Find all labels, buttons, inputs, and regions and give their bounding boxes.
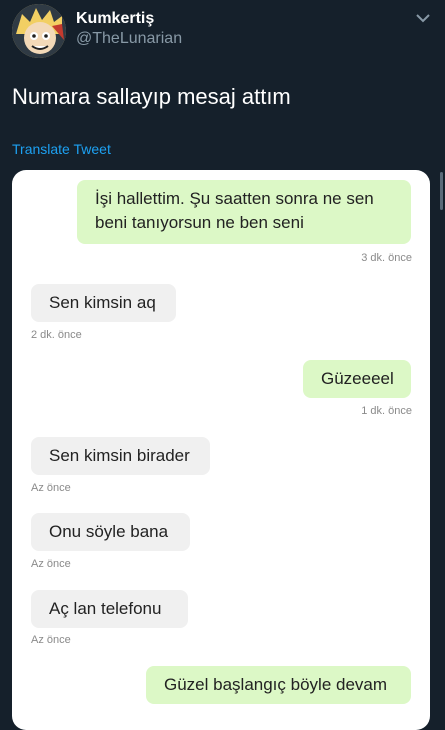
message-text: Onu söyle bana xyxy=(49,522,169,541)
message-text: Sen kimsin birader xyxy=(49,446,190,465)
message-timestamp: Az önce xyxy=(31,482,71,494)
chat-bubble-received: Sen kimsin birader xyxy=(31,437,210,475)
scrollbar[interactable] xyxy=(440,172,443,210)
translate-tweet-link[interactable]: Translate Tweet xyxy=(12,141,111,157)
chat-bubble-sent: İşi hallettim. Şu saatten sonra ne sen b… xyxy=(77,180,411,244)
message-timestamp: Az önce xyxy=(31,558,71,570)
user-handle[interactable]: @TheLunarian xyxy=(76,30,182,48)
chat-bubble-sent: Güzeeeel xyxy=(303,360,411,398)
display-name[interactable]: Kumkertiş xyxy=(76,10,154,28)
message-text: beni tanıyorsun ne ben seni xyxy=(95,213,304,232)
chat-bubble-received: Sen kimsin aq xyxy=(31,284,176,322)
message-timestamp: 1 dk. önce xyxy=(361,405,412,417)
chat-bubble-received: Aç lan telefonu xyxy=(31,590,188,628)
chat-bubble-received: Onu söyle bana xyxy=(31,513,190,551)
message-text: Güzeeeel xyxy=(321,369,394,388)
message-text: İşi hallettim. Şu saatten sonra ne sen xyxy=(95,189,374,208)
message-text: Güzel başlangıç böyle devam xyxy=(164,675,388,694)
message-timestamp: 2 dk. önce xyxy=(31,329,82,341)
tweet-text: Numara sallayıp mesaj attım xyxy=(12,84,291,109)
message-timestamp: 3 dk. önce xyxy=(361,252,412,264)
chevron-down-icon[interactable] xyxy=(415,12,431,24)
avatar[interactable] xyxy=(12,4,66,58)
message-text: Aç lan telefonu xyxy=(49,599,162,618)
message-timestamp: Az önce xyxy=(31,634,71,646)
chat-bubble-sent: Güzel başlangıç böyle devam xyxy=(146,666,411,704)
tweet-header: Kumkertiş @TheLunarian xyxy=(0,0,445,70)
message-text: Sen kimsin aq xyxy=(49,293,156,312)
chat-screenshot-image[interactable]: İşi hallettim. Şu saatten sonra ne sen b… xyxy=(12,170,430,730)
